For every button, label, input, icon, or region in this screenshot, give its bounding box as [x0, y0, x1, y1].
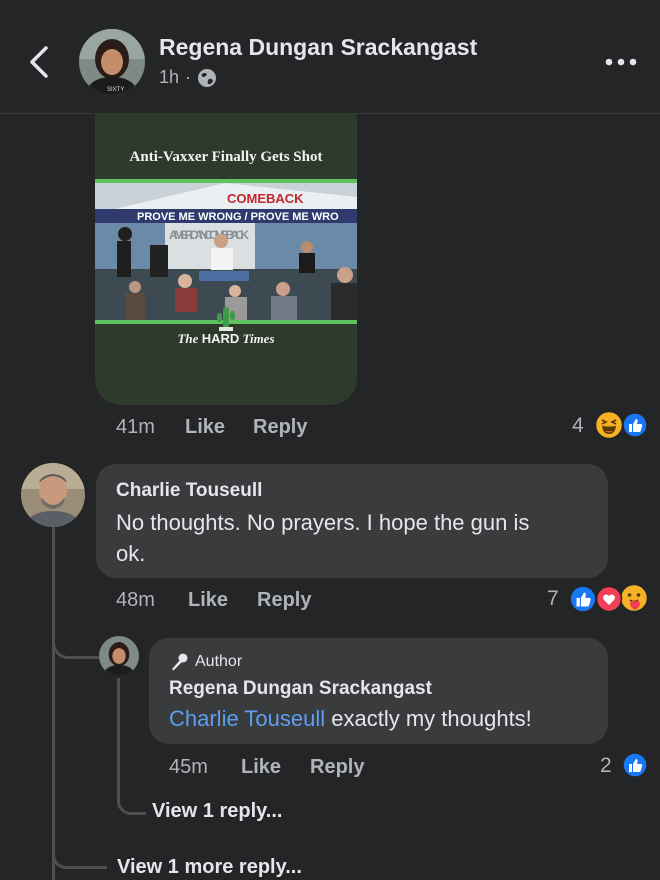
reply-author-avatar[interactable]: [99, 636, 139, 676]
reaction-summary[interactable]: 2: [598, 750, 650, 782]
haha-icon: [594, 410, 624, 440]
reaction-count: 4: [572, 414, 584, 437]
like-button[interactable]: Like: [188, 589, 228, 612]
care-icon: [619, 583, 649, 613]
mention-link[interactable]: Charlie Touseull: [169, 706, 325, 731]
meme-title: Anti-Vaxxer Finally Gets Shot: [129, 149, 323, 165]
thread-connector: [52, 620, 99, 659]
reaction-count: 7: [547, 587, 559, 610]
post-time[interactable]: 1h: [159, 67, 179, 88]
reaction-count: 2: [600, 754, 612, 777]
reply-time[interactable]: 45m: [169, 756, 208, 779]
meta-separator: ·: [185, 67, 192, 87]
poster-name[interactable]: Regena Dungan Srackangast: [159, 34, 477, 61]
reply-bubble[interactable]: Author Regena Dungan Srackangast Charlie…: [149, 638, 608, 744]
comment-text-line2: ok.: [116, 541, 146, 566]
like-button[interactable]: Like: [185, 416, 225, 439]
meme-photo: COMEBACK PROVE ME WRONG / PROVE ME WRO A…: [95, 179, 357, 324]
reply-button[interactable]: Reply: [310, 756, 364, 779]
like-icon: [622, 752, 648, 778]
cactus-logo-icon: [217, 307, 235, 331]
reply-button[interactable]: Reply: [257, 589, 311, 612]
post-meta: 1h ·: [159, 67, 217, 88]
meme-banner-top: COMEBACK: [227, 191, 304, 206]
thread-connector: [52, 840, 107, 869]
comment-time[interactable]: 41m: [116, 416, 155, 439]
love-icon: [595, 585, 623, 613]
like-icon: [569, 585, 597, 613]
back-button[interactable]: [22, 40, 62, 84]
author-badge: Author: [169, 652, 242, 672]
reply-button[interactable]: Reply: [253, 416, 307, 439]
meme-logo-suffix: Times: [242, 331, 275, 346]
view-more-replies-link[interactable]: View 1 more reply...: [117, 856, 302, 879]
meme-sign-text: AMERICAN COMEBACK: [169, 228, 249, 242]
globe-icon: [198, 68, 217, 87]
like-icon: [622, 412, 648, 438]
meme-logo-bold: HARD: [201, 331, 240, 346]
more-options-button[interactable]: [602, 52, 642, 72]
thread-line: [52, 527, 55, 880]
chevron-left-icon: [30, 46, 48, 78]
comment-image[interactable]: Anti-Vaxxer Finally Gets Shot COMEBACK P…: [95, 113, 357, 405]
view-replies-link[interactable]: View 1 reply...: [152, 800, 282, 823]
more-dots-icon: [605, 58, 637, 66]
comment-time[interactable]: 48m: [116, 589, 155, 612]
comment-author[interactable]: Charlie Touseull: [116, 480, 262, 502]
reaction-summary[interactable]: 7: [545, 583, 651, 615]
thread-line: [117, 678, 120, 788]
poster-avatar[interactable]: SIXTY: [79, 29, 145, 95]
reaction-summary[interactable]: 4: [570, 410, 650, 442]
author-badge-label: Author: [195, 653, 243, 670]
commenter-avatar[interactable]: [21, 463, 85, 527]
meme-banner-text: PROVE ME WRONG / PROVE ME WRO: [137, 211, 339, 223]
microphone-icon: [172, 653, 188, 671]
meme-logo-prefix: The: [177, 331, 199, 346]
reply-author[interactable]: Regena Dungan Srackangast: [169, 678, 432, 700]
svg-text:SIXTY: SIXTY: [107, 87, 124, 93]
like-button[interactable]: Like: [241, 756, 281, 779]
post-header: SIXTY Regena Dungan Srackangast 1h ·: [0, 0, 660, 114]
comment-bubble[interactable]: Charlie Touseull No thoughts. No prayers…: [96, 464, 608, 578]
reply-text: Charlie Touseull exactly my thoughts!: [169, 703, 532, 734]
comment-text-line1: No thoughts. No prayers. I hope the gun …: [116, 510, 530, 535]
reply-text-body: exactly my thoughts!: [325, 706, 532, 731]
thread-connector: [117, 786, 146, 815]
meme-logo: The HARD Times: [95, 331, 357, 347]
